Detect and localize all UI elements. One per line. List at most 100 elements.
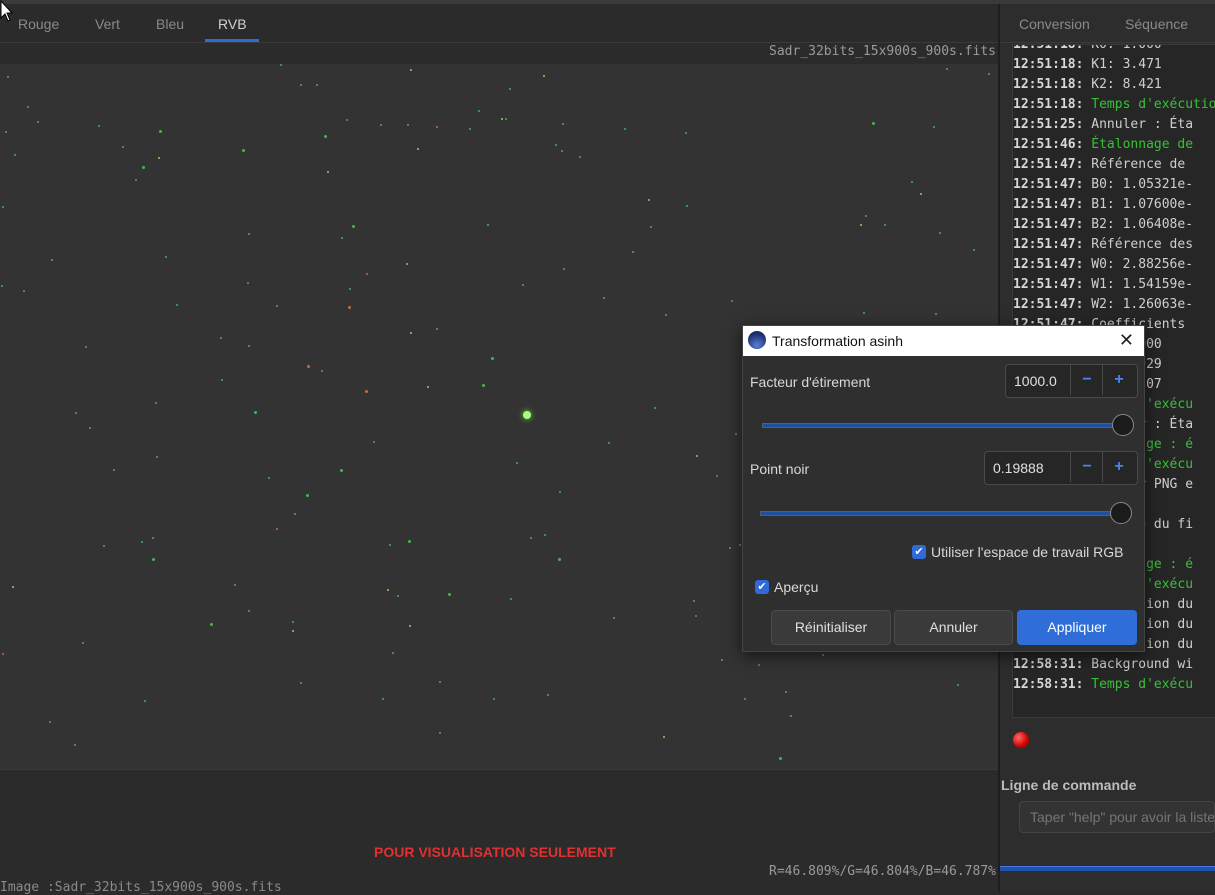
star [665,314,667,316]
log-line: 12:58:31: Temps d'exécu [1013,677,1193,692]
log-line: 12:51:18: Temps d'exécution [1013,97,1215,112]
rgb-workspace-checkbox[interactable]: ✔ [912,545,926,559]
tab-rvb[interactable]: RVB [218,16,247,32]
cancel-button[interactable]: Annuler [894,610,1013,645]
star [352,225,355,228]
star [957,684,959,686]
star [860,224,862,226]
minus-icon[interactable]: − [1070,452,1103,482]
tab-vert[interactable]: Vert [95,16,120,32]
plus-icon[interactable]: + [1102,452,1135,482]
star [14,154,16,156]
star [1,285,3,287]
plus-icon[interactable]: + [1102,365,1135,395]
mouse-cursor-icon [0,0,14,22]
star [559,491,561,493]
star [739,544,741,546]
log-timestamp: 12:51:18: [1013,57,1092,72]
log-timestamp: 12:51:18: [1013,77,1092,92]
star [365,390,368,393]
star [785,691,787,693]
star [439,732,441,734]
star [37,121,39,123]
star [7,76,9,78]
preview-label[interactable]: Aperçu [774,579,818,595]
star [509,88,511,90]
star [294,513,296,515]
star [547,694,549,696]
close-icon[interactable]: ✕ [1119,330,1134,351]
log-message: W1: 1.54159e- [1091,277,1194,292]
star [341,237,343,239]
star [103,545,105,547]
log-timestamp: 12:51:47: [1013,197,1092,212]
channel-tabs: Rouge Vert Bleu RVB [0,4,998,43]
rgb-workspace-label[interactable]: Utiliser l'espace de travail RGB [931,544,1124,560]
log-message: W0: 2.88256e- [1091,257,1194,272]
star [349,288,351,290]
log-timestamp: 12:51:18: [1013,97,1092,112]
star [911,181,913,183]
star [758,664,760,666]
star [632,251,634,253]
stretch-factor-slider[interactable] [762,423,1125,428]
tab-conversion[interactable]: Conversion [1019,16,1090,32]
star [436,126,438,128]
star [382,698,384,700]
star [82,642,84,644]
star [865,215,867,217]
command-input[interactable] [1019,801,1215,833]
log-timestamp: 12:51:47: [1013,257,1092,272]
apply-button[interactable]: Appliquer [1017,610,1137,645]
star [603,297,605,299]
preview-checkbox[interactable]: ✔ [755,580,769,594]
star [872,122,875,125]
star [373,441,375,443]
dialog-titlebar[interactable]: Transformation asinh ✕ [743,326,1144,356]
log-line: 12:51:47: W0: 2.88256e- [1013,257,1193,272]
star [407,124,409,126]
log-message: B1: 1.07600e- [1091,197,1194,212]
log-message: Temps d'exécution [1091,97,1215,112]
star [988,73,990,75]
star [348,306,351,309]
black-point-slider[interactable] [760,511,1123,516]
star [408,540,411,543]
log-message: Temps d'exécu [1091,677,1194,692]
stretch-factor-value[interactable]: 1000.0 [1014,373,1057,389]
star [220,337,222,339]
tab-bleu[interactable]: Bleu [156,16,184,32]
star [779,757,782,760]
tab-sequence[interactable]: Séquence [1125,16,1188,32]
star [516,462,518,464]
black-point-label: Point noir [750,461,810,477]
minus-icon[interactable]: − [1070,365,1103,395]
star [469,128,471,130]
star [74,744,76,746]
black-point-spinbox[interactable]: 0.19888 − + [984,451,1138,485]
star [427,386,429,388]
tab-rouge[interactable]: Rouge [18,16,59,32]
log-timestamp: 12:51:25: [1013,117,1092,132]
log-line: 12:51:18: K2: 8.421 [1013,77,1162,92]
star [406,263,408,265]
stretch-factor-spinbox[interactable]: 1000.0 − + [1005,364,1138,398]
star [292,621,294,623]
active-tab-indicator [205,39,259,42]
black-point-value[interactable]: 0.19888 [993,460,1044,476]
black-slider-handle[interactable] [1110,502,1132,524]
log-line: 12:58:31: Background wi [1013,657,1193,672]
siril-app-icon [748,331,766,349]
reset-button[interactable]: Réinitialiser [771,610,891,645]
star [135,179,137,181]
star [254,411,257,414]
star [280,64,282,66]
star [939,232,941,234]
log-message: Référence des [1091,237,1194,252]
star [159,130,162,133]
star [5,131,7,133]
star [306,494,309,497]
star [300,682,302,684]
star [300,84,302,86]
stretch-slider-handle[interactable] [1112,414,1134,436]
